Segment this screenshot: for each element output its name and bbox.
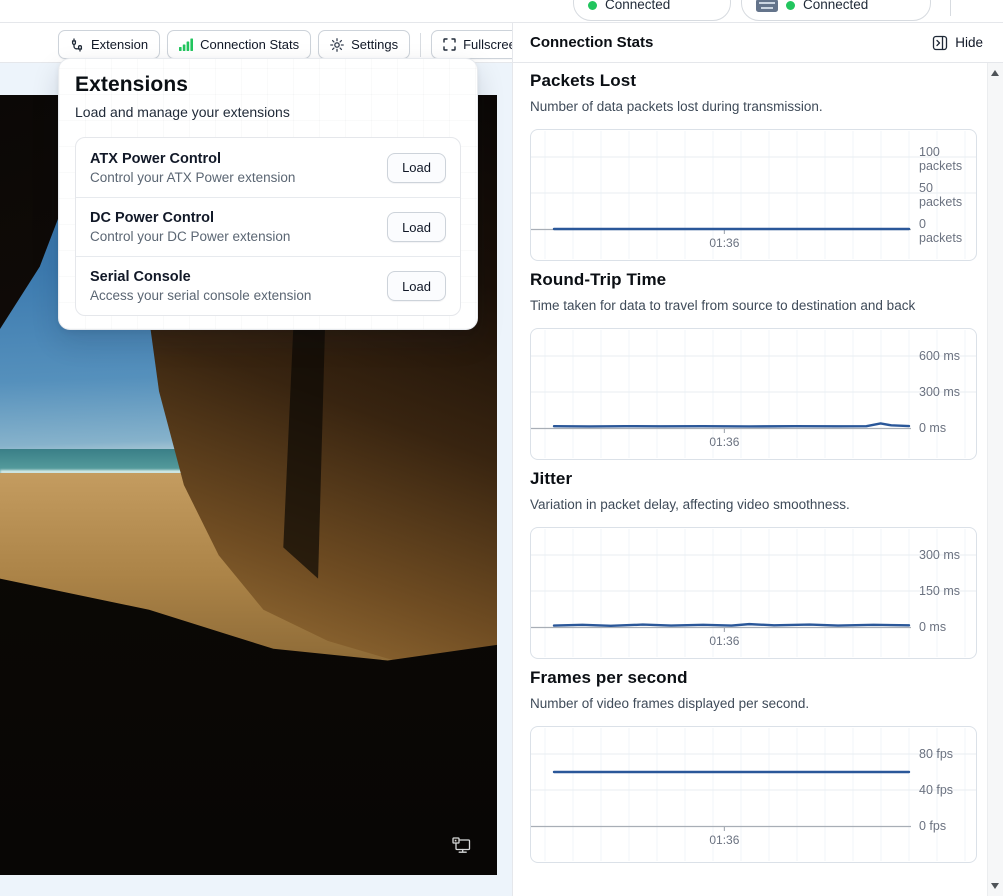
svg-text:0 ms: 0 ms [919,620,946,634]
stats-panel-header: Connection Stats Hide [513,23,1003,63]
gear-icon [330,38,344,52]
chart-title: Packets Lost [530,70,977,92]
svg-text:100: 100 [919,145,940,159]
svg-text:packets: packets [919,159,962,173]
connection-stats-button[interactable]: Connection Stats [167,30,311,59]
packets-lost-section: Packets Lost Number of data packets lost… [530,70,977,261]
extension-name: Serial Console [90,269,311,285]
toolbar-row: Extension Connection Stats [0,23,512,63]
toolbar: Extension Connection Stats [58,30,535,59]
chart-title: Jitter [530,468,977,490]
svg-text:packets: packets [919,195,962,209]
hide-panel-button[interactable]: Hide [932,30,983,55]
svg-text:50: 50 [919,181,933,195]
load-atx-button[interactable]: Load [387,153,446,183]
svg-text:0 fps: 0 fps [919,819,946,833]
svg-text:0: 0 [919,217,926,231]
svg-text:01:36: 01:36 [709,833,739,847]
chart-subtitle: Variation in packet delay, affecting vid… [530,496,977,514]
virtual-display-icon [452,837,472,854]
svg-text:300 ms: 300 ms [919,385,960,399]
load-dc-button[interactable]: Load [387,212,446,242]
status-dot [786,1,795,10]
plug-icon [70,38,84,52]
stats-scrollbar[interactable] [987,63,1003,896]
kvm-app: Connected Connected Extension [0,0,1003,896]
extensions-title: Extensions [75,73,461,97]
stats-panel-title: Connection Stats [530,23,653,62]
load-serial-button[interactable]: Load [387,271,446,301]
chart-title: Round-Trip Time [530,269,977,291]
scroll-down-arrow-icon[interactable] [991,883,999,889]
hide-button-label: Hide [955,35,983,50]
cropped-control-edge [950,0,951,16]
fps-section: Frames per second Number of video frames… [530,667,977,863]
keyboard-icon [756,0,778,12]
extension-name: ATX Power Control [90,151,295,167]
extensions-subtitle: Load and manage your extensions [75,104,461,120]
badge-label: Connected [605,0,670,12]
extension-description: Control your DC Power extension [90,229,290,244]
peripheral-connected-badge[interactable]: Connected [741,0,931,21]
svg-text:01:36: 01:36 [709,435,739,449]
fps-chart: 01:36 80 fps 40 fps 0 fps [530,726,977,863]
extensions-popover: Extensions Load and manage your extensio… [58,58,478,330]
status-dot [588,1,597,10]
top-status-strip: Connected Connected [0,0,1003,23]
extension-row-atx: ATX Power Control Control your ATX Power… [76,138,460,197]
chart-subtitle: Number of video frames displayed per sec… [530,695,977,713]
svg-text:01:36: 01:36 [709,634,739,648]
badge-label: Connected [803,0,868,12]
settings-button-label: Settings [351,37,398,52]
extension-row-serial: Serial Console Access your serial consol… [76,256,460,315]
chart-title: Frames per second [530,667,977,689]
jitter-chart: 01:36 300 ms 150 ms 0 ms [530,527,977,659]
extensions-list: ATX Power Control Control your ATX Power… [75,137,461,316]
extension-description: Control your ATX Power extension [90,170,295,185]
scroll-up-arrow-icon[interactable] [991,70,999,76]
video-connected-badge[interactable]: Connected [573,0,731,21]
jitter-section: Jitter Variation in packet delay, affect… [530,468,977,659]
svg-text:0 ms: 0 ms [919,421,946,435]
settings-button[interactable]: Settings [318,30,410,59]
extension-description: Access your serial console extension [90,288,311,303]
packets-lost-chart: 01:36100packets50packets0packets [530,129,977,261]
svg-text:600 ms: 600 ms [919,349,960,363]
chart-subtitle: Time taken for data to travel from sourc… [530,297,977,315]
svg-text:80 fps: 80 fps [919,747,953,761]
svg-text:packets: packets [919,231,962,245]
svg-text:40 fps: 40 fps [919,783,953,797]
toolbar-divider [420,33,421,57]
connection-stats-button-label: Connection Stats [200,37,299,52]
round-trip-time-chart: 01:36 600 ms 300 ms 0 ms [530,328,977,460]
signal-bars-icon [179,38,193,51]
chart-subtitle: Number of data packets lost during trans… [530,98,977,116]
fullscreen-icon [443,38,456,51]
stats-pane: Packets Lost Number of data packets lost… [513,63,988,896]
panel-right-icon [932,35,948,51]
extension-row-dc: DC Power Control Control your DC Power e… [76,197,460,256]
svg-text:300 ms: 300 ms [919,548,960,562]
extension-button[interactable]: Extension [58,30,160,59]
round-trip-time-section: Round-Trip Time Time taken for data to t… [530,269,977,460]
extension-button-label: Extension [91,37,148,52]
svg-text:150 ms: 150 ms [919,584,960,598]
extension-name: DC Power Control [90,210,290,226]
svg-text:01:36: 01:36 [709,236,739,250]
